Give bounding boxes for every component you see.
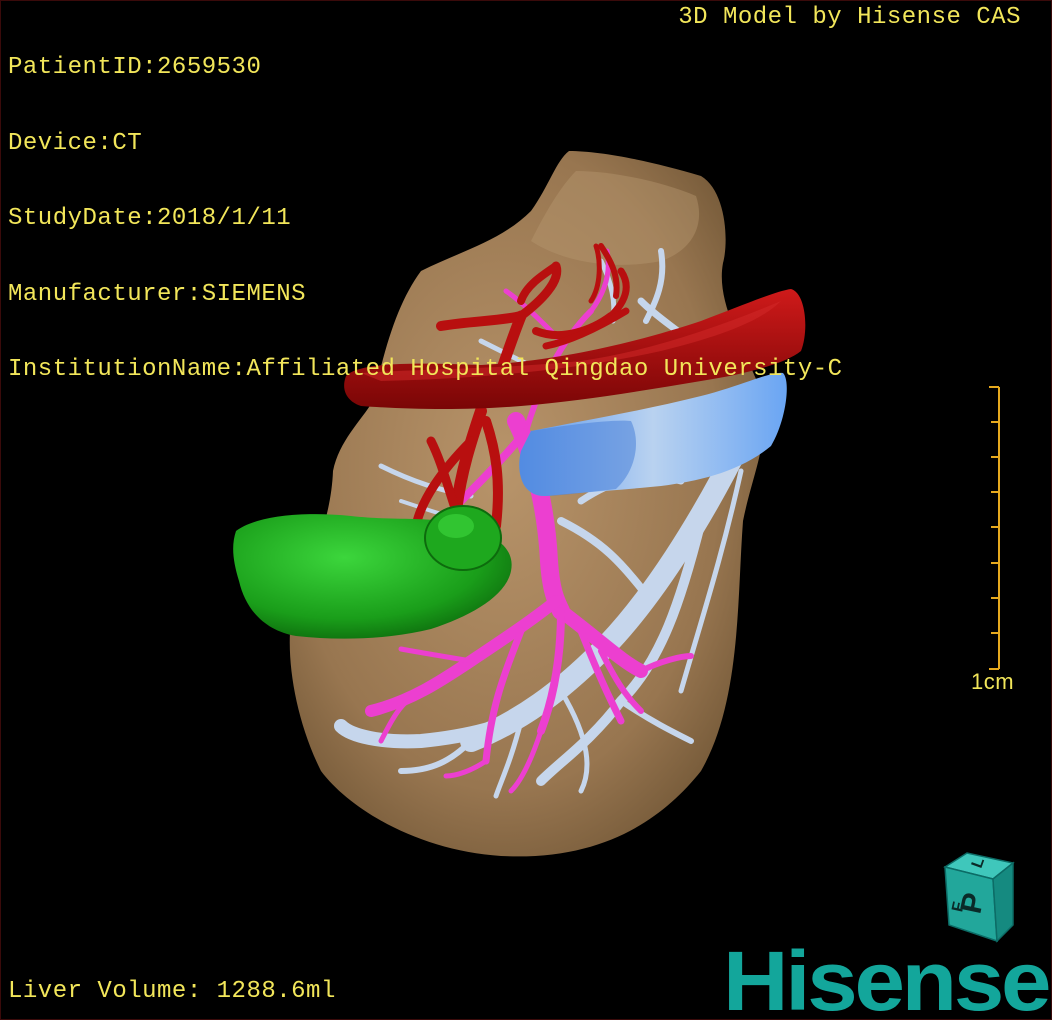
hisense-logo: Hisense [723, 934, 1051, 1020]
ct-3d-viewport[interactable]: PatientID:2659530 Device:CT StudyDate:20… [0, 0, 1052, 1020]
model-caption: 3D Model by Hisense CAS [678, 4, 1021, 31]
liver-volume-readout: Liver Volume: 1288.6ml [8, 978, 336, 1005]
tumor-nodule-highlight [438, 514, 474, 538]
scale-bar-label: 1cm [971, 669, 1015, 694]
patient-id: PatientID:2659530 [8, 54, 262, 81]
scale-bar [989, 386, 1000, 670]
manufacturer: Manufacturer:SIEMENS [8, 280, 307, 308]
device: Device:CT [8, 129, 143, 157]
study-date: StudyDate:2018/1/11 [8, 205, 292, 232]
institution-name: InstitutionName:Affiliated Hospital Qing… [8, 356, 843, 383]
dicom-info-overlay: PatientID:2659530 Device:CT StudyDate:20… [8, 5, 843, 433]
orientation-cube[interactable]: L P F [937, 849, 1017, 945]
